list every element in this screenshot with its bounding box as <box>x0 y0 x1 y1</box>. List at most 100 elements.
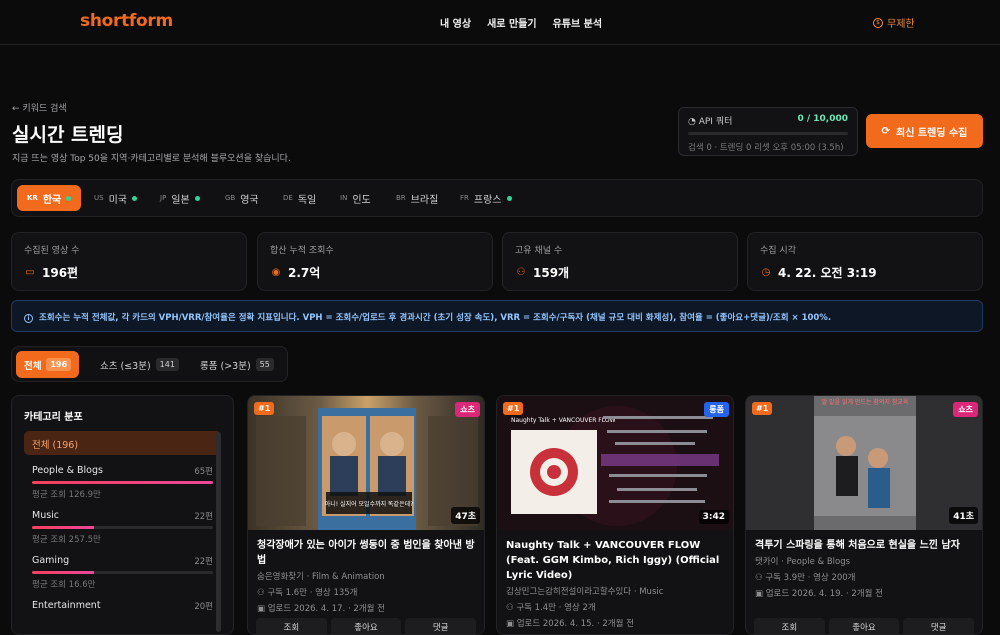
refresh-trending-button[interactable]: ⟳ 최신 트렌딩 수집 <box>866 114 983 148</box>
eye-icon: ◉ <box>271 267 281 278</box>
tab-label: 롱폼 (>3분) <box>200 360 251 372</box>
video-card[interactable]: 아니! 실지어 모일수까지 똑같은데? #1 쇼츠 47초 청각장애가 있는 아… <box>247 395 485 635</box>
metric-comments-button[interactable]: 댓글 <box>405 618 477 634</box>
region-name: 인도 <box>352 194 371 206</box>
region-tab-de[interactable]: DE 독일 <box>273 185 326 211</box>
back-link[interactable]: ← 키워드 검색 <box>12 101 67 114</box>
thumbnail-art: 아니! 실지어 모일수까지 똑같은데? <box>256 408 478 530</box>
region-name: 브라질 <box>410 194 439 206</box>
upload-date: ▣ 업로드 2026. 4. 15. · 2개월 전 <box>506 619 634 629</box>
stat-value: 4. 22. 오전 3:19 <box>778 266 877 280</box>
video-channel: 탯카이 · People & Blogs <box>755 557 851 567</box>
upload-date: ▣ 업로드 2026. 4. 17. · 2개월 전 <box>257 604 385 614</box>
video-title[interactable]: Naughty Talk + VANCOUVER FLOW (Feat. GGM… <box>497 530 733 583</box>
main-nav: 내 영상 새로 만들기 유튜브 분석 <box>440 15 602 30</box>
category-name: Music <box>32 510 60 521</box>
info-note-text: 조회수는 누적 전체값, 각 카드의 VPH/VRR/참여율은 정확 지표입니다… <box>39 313 832 323</box>
active-dot <box>66 195 72 201</box>
region-code: JP <box>160 194 167 202</box>
video-thumbnail[interactable]: 아니! 실지어 모일수까지 똑같은데? #1 쇼츠 47초 <box>248 396 484 530</box>
nav-my-videos[interactable]: 내 영상 <box>440 15 471 30</box>
thumbnail-art: 말 말을 읽게 만드는 참의지 참교육 <box>746 396 982 530</box>
region-tab-kr[interactable]: KR 한국 <box>17 185 82 211</box>
region-tab-us[interactable]: US 미국 <box>84 185 147 211</box>
category-bar <box>32 481 213 484</box>
tab-all[interactable]: 전체 196 <box>16 351 80 378</box>
gauge-icon: ◔ <box>688 117 699 127</box>
nav-create-new[interactable]: 새로 만들기 <box>487 15 536 30</box>
thumbnail-caption: 아니! 실지어 모일수까지 똑같은데? <box>325 500 414 508</box>
stat-label: 수집된 영상 수 <box>24 246 80 256</box>
stat-label: 고유 채널 수 <box>515 246 563 256</box>
rank-badge: #1 <box>752 402 773 415</box>
metric-views-button[interactable]: 조회 <box>754 618 825 634</box>
active-dot <box>506 195 512 201</box>
video-title[interactable]: 청각장애가 있는 아이가 썽둥이 중 범인을 찾아낸 방법 <box>248 530 484 568</box>
stat-card-collected-time: 수집 시각 ◷ 4. 22. 오전 3:19 <box>747 232 983 291</box>
tab-shorts[interactable]: 쇼츠 (≤3분) 141 <box>92 351 187 378</box>
tab-label: 전체 <box>24 360 42 372</box>
region-tab-in[interactable]: IN 인도 <box>330 185 381 211</box>
category-count: 20편 <box>194 602 213 612</box>
category-avg: 평균 조회 16.6만 <box>32 580 96 590</box>
video-icon: ▭ <box>25 267 35 278</box>
coin-icon: $ <box>873 17 883 28</box>
category-item[interactable]: Gaming 22편 평균 조회 16.6만 <box>24 555 221 590</box>
category-count: 22편 <box>194 512 213 522</box>
category-bar-fill <box>32 571 94 574</box>
region-name: 한국 <box>42 194 62 206</box>
refresh-icon: ⟳ <box>881 125 890 137</box>
sidebar-scrollbar[interactable] <box>216 432 221 632</box>
duration-badge: 47초 <box>451 507 480 524</box>
stat-value: 2.7억 <box>288 266 321 280</box>
stat-card-views: 합산 누적 조회수 ◉ 2.7억 <box>257 232 493 291</box>
channel-subscribers: ⚇ 구독 1.4만 · 영상 2개 <box>506 603 596 613</box>
region-name: 프랑스 <box>473 194 502 206</box>
video-title[interactable]: 격투기 스파링을 통해 처음으로 현실을 느낀 남자 <box>746 530 982 553</box>
video-thumbnail[interactable]: 말 말을 읽게 만드는 참의지 참교육 #1 쇼츠 41초 <box>746 396 982 530</box>
region-tab-fr[interactable]: FR 프랑스 <box>450 185 522 211</box>
api-quota-panel: ◔ API 쿼터 0 / 10,000 검색 0 · 트렌딩 0 리셋 오후 0… <box>678 107 858 156</box>
category-name: People & Blogs <box>32 465 103 476</box>
metric-views-button[interactable]: 조회 <box>256 618 327 634</box>
category-item[interactable]: Entertainment 20편 <box>24 600 221 612</box>
region-tab-gb[interactable]: GB 영국 <box>215 185 269 211</box>
region-name: 미국 <box>108 194 127 206</box>
category-all[interactable]: 전체 (196) <box>24 431 221 455</box>
quota-meta: 검색 0 · 트렌딩 0 리셋 오후 05:00 (3.5h) <box>688 143 844 153</box>
stat-card-channels: 고유 채널 수 ⚇ 159개 <box>502 232 738 291</box>
region-name: 영국 <box>240 194 259 206</box>
metric-comments-button[interactable]: 댓글 <box>903 618 975 634</box>
length-filter-tabs: 전체 196 쇼츠 (≤3분) 141 롱폼 (>3분) 55 <box>11 346 288 382</box>
category-sidebar: 카테고리 분포 전체 (196) People & Blogs 65편 평균 조회… <box>11 395 234 635</box>
region-code: DE <box>283 194 293 202</box>
nav-youtube-analysis[interactable]: 유튜브 분석 <box>553 15 602 30</box>
region-tab-br[interactable]: BR 브라질 <box>386 185 448 211</box>
category-item[interactable]: People & Blogs 65편 평균 조회 126.9만 <box>24 465 221 500</box>
tab-count: 55 <box>255 358 274 371</box>
metric-likes-button[interactable]: 좋아요 <box>828 618 900 634</box>
category-heading: 카테고리 분포 <box>24 412 83 423</box>
quota-value: 0 / 10,000 <box>797 114 848 124</box>
video-card[interactable]: 말 말을 읽게 만드는 참의지 참교육 #1 쇼츠 41초 격투기 스파링을 통… <box>745 395 983 635</box>
video-thumbnail[interactable]: Naughty Talk + VANCOUVER FLOW #1 롱폼 3:42 <box>497 396 733 530</box>
category-bar <box>32 571 213 574</box>
logo[interactable]: shortform <box>80 11 173 31</box>
page-subtitle: 지금 뜨는 영상 Top 50을 지역·카테고리별로 분석해 블루오션을 찾습니… <box>12 154 291 164</box>
rank-badge: #1 <box>254 402 275 415</box>
region-code: FR <box>460 194 469 202</box>
quota-label-row: ◔ API 쿼터 <box>688 114 732 127</box>
plan-badge[interactable]: $ 무제한 <box>873 15 915 30</box>
category-item[interactable]: Music 22편 평균 조회 257.5만 <box>24 510 221 545</box>
metric-likes-button[interactable]: 좋아요 <box>330 618 402 634</box>
tab-longform[interactable]: 롱폼 (>3분) 55 <box>192 351 282 378</box>
region-tab-jp[interactable]: JP 일본 <box>150 185 210 211</box>
top-navbar: shortform 내 영상 새로 만들기 유튜브 분석 $ 무제한 <box>0 0 1000 45</box>
region-code: KR <box>27 194 38 202</box>
page-title: 실시간 트렌딩 <box>12 124 124 146</box>
video-card[interactable]: Naughty Talk + VANCOUVER FLOW #1 롱폼 3:42… <box>496 395 734 635</box>
active-dot <box>131 195 137 201</box>
tab-label: 쇼츠 (≤3분) <box>100 360 151 372</box>
thumbnail-art: Naughty Talk + VANCOUVER FLOW <box>497 396 733 530</box>
stat-card-videos: 수집된 영상 수 ▭ 196편 <box>11 232 247 291</box>
